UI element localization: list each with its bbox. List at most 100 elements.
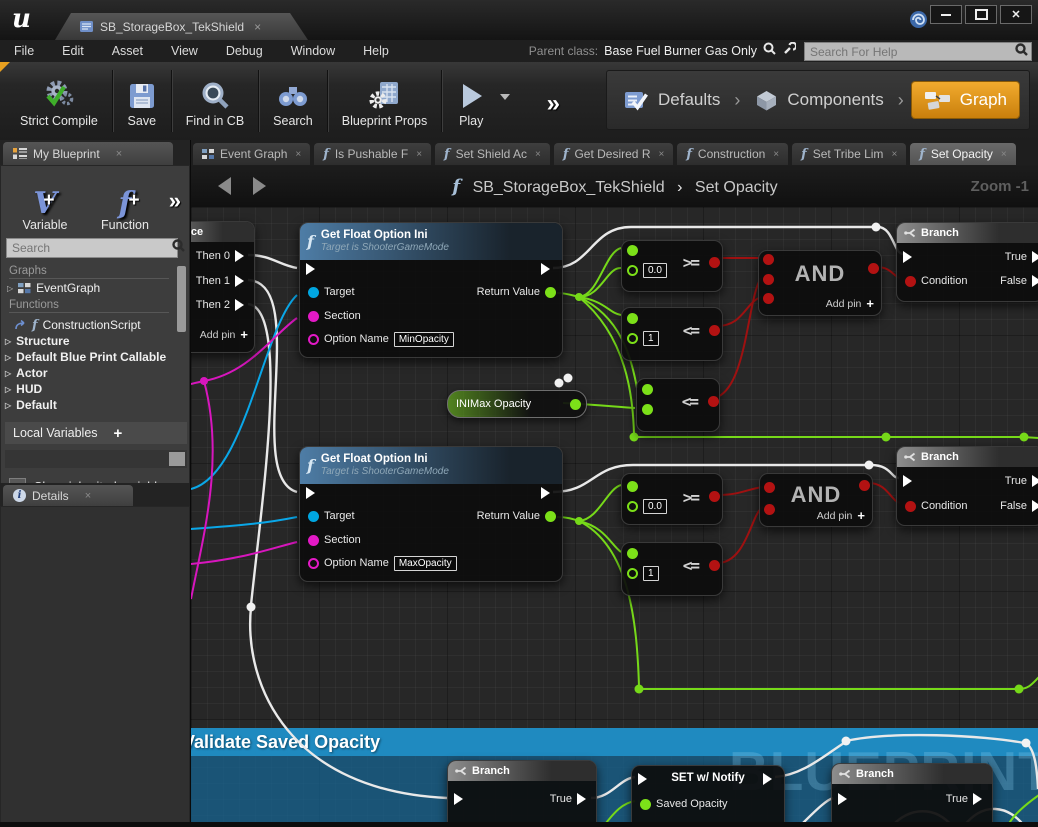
and-node[interactable]: AND Add pin+ <box>759 473 873 527</box>
reroute-node[interactable] <box>842 737 851 746</box>
input-a-pin[interactable] <box>627 478 638 494</box>
value-field[interactable]: 0.0 <box>643 263 667 278</box>
true-pin[interactable]: True <box>1005 473 1038 489</box>
input-b-pin[interactable]: 0.0 <box>627 262 667 278</box>
then2-pin[interactable]: Then 2 <box>196 297 250 313</box>
set-with-notify-node[interactable]: SET w/ Notify Saved Opacity <box>631 765 785 827</box>
less-equal-node[interactable]: 1 <= <box>621 307 723 361</box>
find-parent-class-icon[interactable] <box>763 42 776 60</box>
target-pin[interactable]: Target <box>308 284 355 300</box>
exec-out-pin[interactable] <box>541 261 556 277</box>
input-a-pin[interactable] <box>642 381 653 397</box>
and-node[interactable]: AND Add pin+ <box>758 250 882 316</box>
close-button[interactable]: ✕ <box>1000 5 1032 24</box>
reroute-node[interactable] <box>575 293 583 301</box>
expand-icon[interactable]: ▷ <box>5 369 11 378</box>
panel-chevron-icon[interactable]: » <box>169 188 181 214</box>
help-search-input[interactable] <box>805 45 1015 59</box>
true-pin[interactable]: True <box>1005 249 1038 265</box>
and-input-pin[interactable] <box>763 290 774 306</box>
tree-item-hud[interactable]: ▷ HUD <box>1 381 191 397</box>
menu-file[interactable]: File <box>0 44 48 58</box>
expand-icon[interactable]: ▷ <box>5 401 11 410</box>
greater-equal-node[interactable]: 0.0 >= <box>621 473 723 525</box>
option-name-field[interactable]: MinOpacity <box>394 332 454 347</box>
tab-close-icon[interactable]: × <box>416 149 422 160</box>
local-variables-scroll[interactable] <box>5 450 187 468</box>
exec-in-pin[interactable] <box>903 473 918 489</box>
return-value-pin[interactable]: Return Value <box>477 508 556 524</box>
value-field[interactable]: 1 <box>643 566 659 581</box>
reroute-node[interactable] <box>564 374 573 383</box>
input-a-pin[interactable] <box>627 242 638 258</box>
reroute-node[interactable] <box>575 517 583 525</box>
details-tab[interactable]: i Details × <box>3 485 133 506</box>
expand-icon[interactable]: ▷ <box>5 337 11 346</box>
get-float-option-ini-node-min[interactable]: f Get Float Option Ini Target is Shooter… <box>299 222 563 358</box>
tab-get-desired[interactable]: f Get Desired R × <box>554 143 673 165</box>
option-name-pin[interactable]: Option NameMinOpacity <box>308 331 454 347</box>
reroute-node[interactable] <box>882 433 891 442</box>
search-button[interactable]: Search <box>261 66 325 136</box>
value-field[interactable]: 1 <box>643 331 659 346</box>
tree-item-default[interactable]: ▷ Default <box>1 397 191 413</box>
add-variable-button[interactable]: + V Variable <box>9 170 81 232</box>
reroute-node[interactable] <box>865 461 874 470</box>
menu-window[interactable]: Window <box>277 44 349 58</box>
less-equal-node[interactable]: 1 <= <box>621 542 723 596</box>
exec-in-pin[interactable] <box>306 261 321 277</box>
ini-max-opacity-variable[interactable]: INIMax Opacity <box>447 390 587 418</box>
my-blueprint-tab[interactable]: My Blueprint × <box>3 142 173 165</box>
expand-icon[interactable]: ▷ <box>5 385 11 394</box>
tab-close-icon[interactable]: × <box>658 149 664 160</box>
strict-compile-button[interactable]: Strict Compile <box>8 66 110 136</box>
float-pin-icon[interactable] <box>570 399 581 410</box>
branch-node[interactable]: Branch True Condition <box>831 763 993 827</box>
tree-scrollbar[interactable] <box>177 266 186 332</box>
add-function-button[interactable]: + f Function <box>89 170 161 232</box>
condition-pin[interactable]: Condition <box>905 498 967 514</box>
details-close-icon[interactable]: × <box>85 490 91 502</box>
mode-defaults[interactable]: Defaults <box>617 85 726 116</box>
condition-pin[interactable]: Condition <box>905 273 967 289</box>
exec-in-pin[interactable] <box>306 485 321 501</box>
find-in-cb-button[interactable]: Find in CB <box>174 66 256 136</box>
option-name-field[interactable]: MaxOpacity <box>394 556 457 571</box>
my-blueprint-close-icon[interactable]: × <box>116 148 122 160</box>
and-add-pin[interactable]: Add pin+ <box>826 296 874 311</box>
reroute-node[interactable] <box>1022 739 1031 748</box>
tab-close-icon[interactable]: × <box>773 149 779 160</box>
menu-debug[interactable]: Debug <box>212 44 277 58</box>
add-local-variable-icon[interactable]: + <box>114 425 123 442</box>
exec-in-pin[interactable] <box>903 249 918 265</box>
tab-set-tribe[interactable]: f Set Tribe Lim × <box>792 143 906 165</box>
branch-node[interactable]: Branch Condition True False <box>896 446 1038 526</box>
input-b-pin[interactable]: 1 <box>627 330 659 346</box>
blueprint-search-icon[interactable] <box>172 239 188 257</box>
maximize-button[interactable] <box>965 5 997 24</box>
false-pin[interactable]: False <box>1000 498 1038 514</box>
breadcrumb-root[interactable]: SB_StorageBox_TekShield <box>473 179 665 196</box>
minimize-button[interactable] <box>930 5 962 24</box>
tab-close-icon[interactable]: × <box>1001 149 1007 160</box>
exec-out-pin[interactable] <box>763 771 778 787</box>
input-a-pin[interactable] <box>627 545 638 561</box>
tab-close-icon[interactable]: × <box>891 149 897 160</box>
tree-item-structure[interactable]: ▷ Structure <box>1 333 191 349</box>
section-pin[interactable]: Section <box>308 308 361 324</box>
reroute-node[interactable] <box>872 223 881 232</box>
breadcrumb-leaf[interactable]: Set Opacity <box>695 179 778 196</box>
reroute-node[interactable] <box>200 377 208 385</box>
result-pin[interactable] <box>709 254 720 270</box>
less-equal-node-mid[interactable]: <= <box>636 378 720 432</box>
true-pin[interactable]: True <box>550 791 592 807</box>
tree-item-default-bpc[interactable]: ▷ Default Blue Print Callable <box>1 349 191 365</box>
target-pin[interactable]: Target <box>308 508 355 524</box>
modes-chevron-icon[interactable]: » <box>547 90 560 118</box>
edit-parent-class-icon[interactable] <box>782 42 796 60</box>
exec-out-pin[interactable] <box>541 485 556 501</box>
menu-asset[interactable]: Asset <box>98 44 157 58</box>
tab-set-opacity[interactable]: f Set Opacity × <box>910 143 1015 165</box>
sequence-node[interactable]: ence Then 0 Then 1 Then 2 Add pin+ <box>191 221 255 353</box>
and-add-pin[interactable]: Add pin+ <box>817 508 865 523</box>
